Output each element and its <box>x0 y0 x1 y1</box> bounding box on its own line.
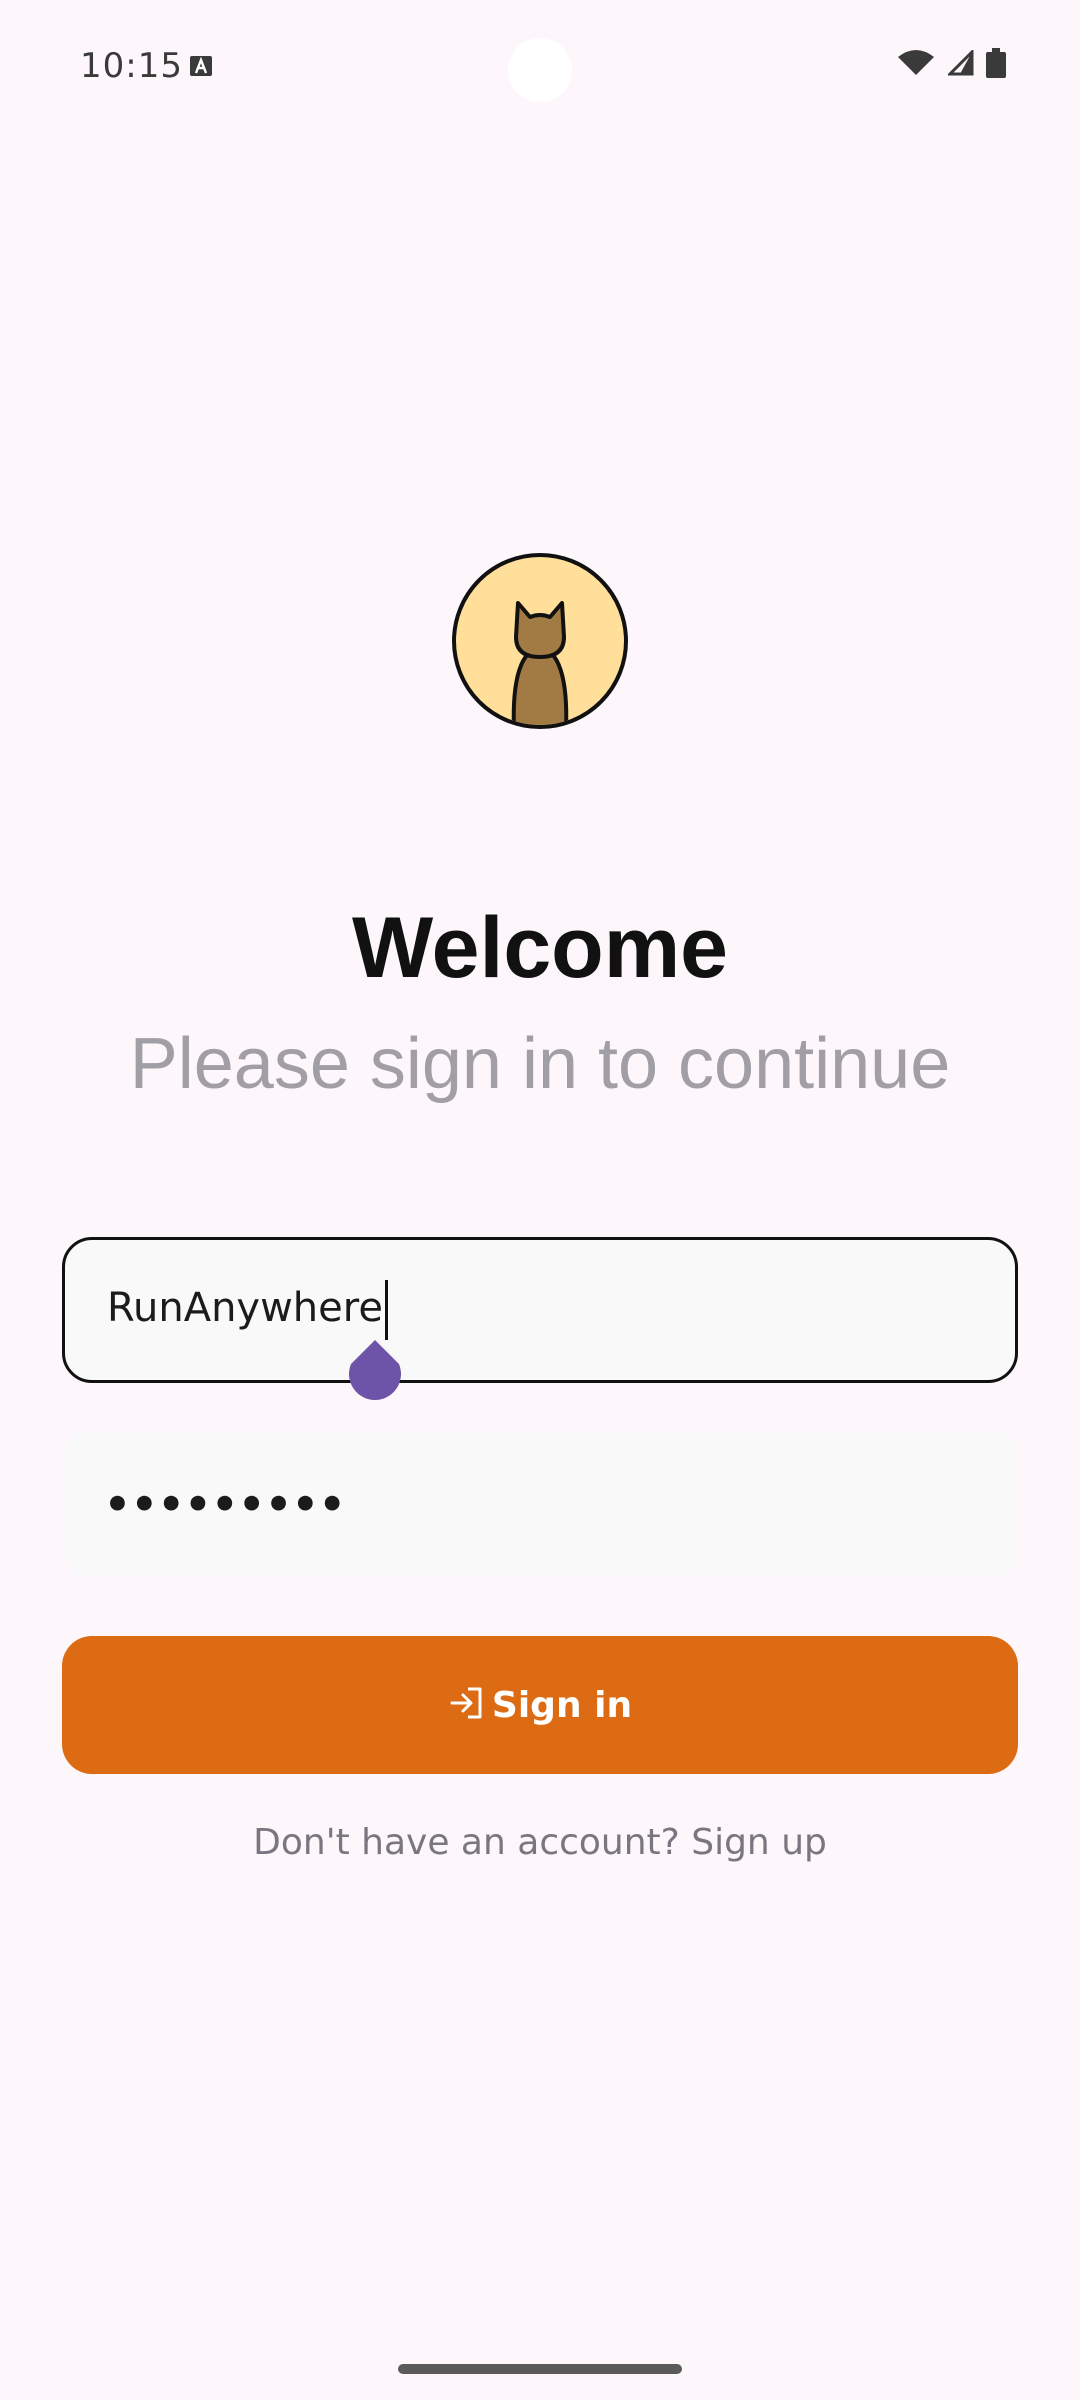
a-icon <box>190 56 212 76</box>
battery-icon <box>986 48 1006 78</box>
username-field[interactable]: RunAnywhere <box>62 1237 1018 1383</box>
text-selection-handle[interactable] <box>347 1340 403 1408</box>
page-title: Welcome <box>352 900 728 996</box>
text-cursor <box>384 1280 388 1340</box>
sign-in-button[interactable]: Sign in <box>62 1636 1018 1774</box>
wifi-icon <box>896 49 936 77</box>
login-icon <box>448 1685 484 1725</box>
avatar <box>452 553 628 729</box>
page-subtitle: Please sign in to continue <box>129 1024 951 1104</box>
password-value: ••••••••• <box>104 1479 346 1529</box>
status-time: 10:15 <box>80 46 183 86</box>
home-gesture-bar[interactable] <box>398 2364 682 2374</box>
username-input-wrapper: RunAnywhere <box>107 1280 388 1340</box>
username-value: RunAnywhere <box>107 1285 383 1331</box>
sign-in-label: Sign in <box>491 1684 633 1726</box>
status-icons <box>896 48 1006 78</box>
signal-icon <box>948 50 974 76</box>
sign-up-link[interactable]: Don't have an account? Sign up <box>0 1822 1080 1863</box>
password-field[interactable]: ••••••••• <box>62 1431 1018 1577</box>
login-screen: 10:15 Welcome Please sign in to continue… <box>0 0 1080 2400</box>
cat-icon <box>511 601 569 725</box>
camera-cutout <box>508 38 572 102</box>
